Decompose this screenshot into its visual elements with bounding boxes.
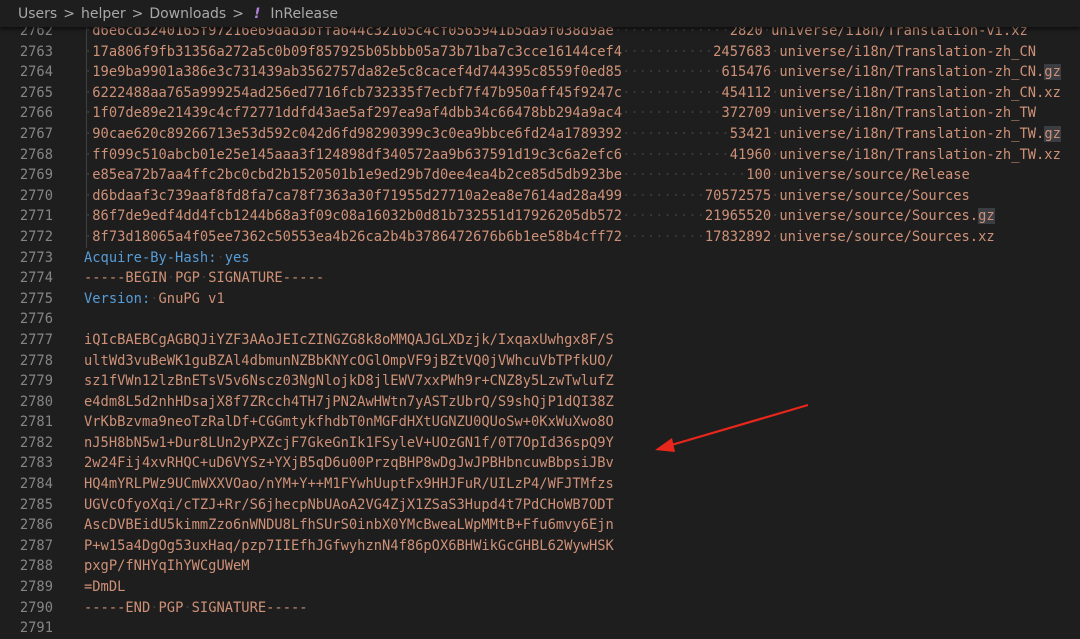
annotation-arrow — [655, 403, 809, 452]
breadcrumb-item-downloads[interactable]: Downloads — [149, 6, 226, 22]
breadcrumb-separator: > — [131, 5, 144, 22]
breadcrumb-item-helper[interactable]: helper — [81, 6, 126, 22]
breadcrumb-separator: > — [232, 5, 244, 22]
arrow-shaft — [667, 403, 809, 448]
breadcrumb: Users > helper > Downloads > ! InRelease — [0, 0, 1080, 27]
breadcrumb-item-file[interactable]: InRelease — [270, 6, 338, 22]
arrow-head — [655, 438, 675, 452]
breadcrumb-separator: > — [63, 5, 75, 22]
breadcrumb-item-users[interactable]: Users — [18, 6, 57, 22]
exclamation-icon: ! — [253, 5, 261, 22]
